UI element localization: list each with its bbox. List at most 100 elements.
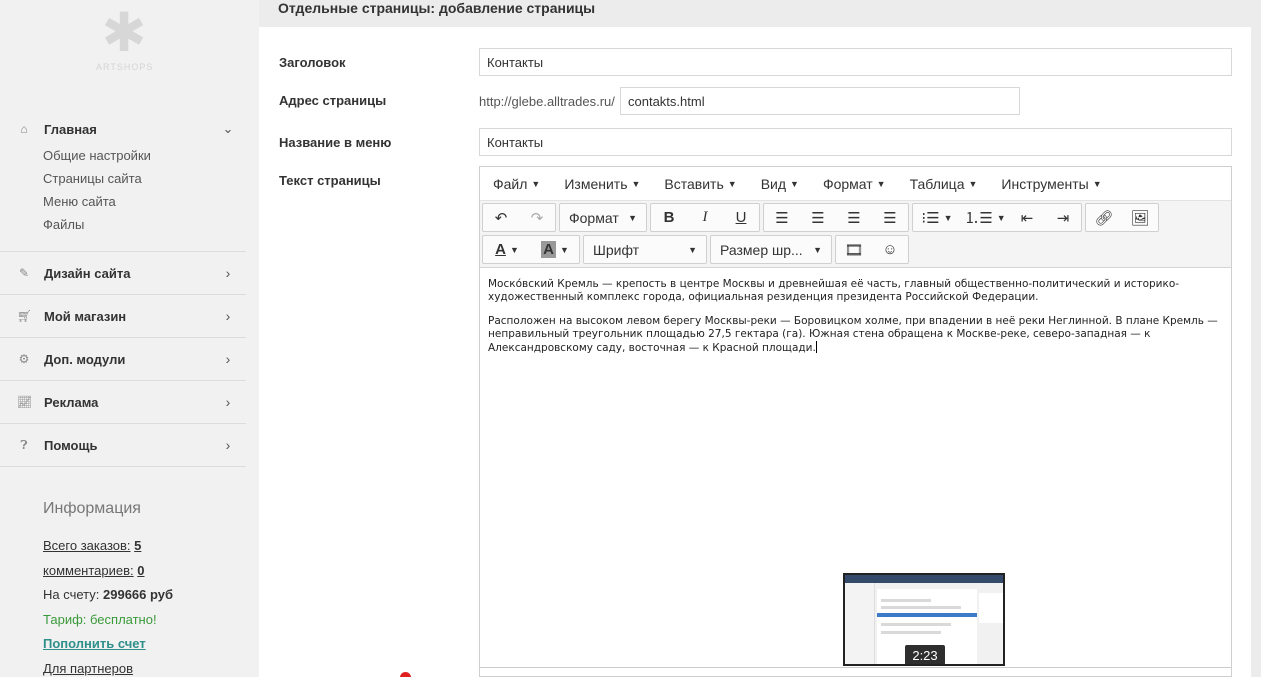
sidebar-item-ads[interactable]: 📈︎ Реклама ›: [0, 381, 246, 424]
sidebar-item-main[interactable]: ⌂ Главная ⌄: [0, 115, 246, 143]
font-family-dropdown[interactable]: Шрифт ▼: [584, 236, 706, 263]
scrubber-dot[interactable]: [400, 672, 411, 677]
caret-down-icon: ▼: [876, 178, 886, 189]
sidebar-subitem-site-pages[interactable]: Страницы сайта: [43, 168, 246, 191]
menu-edit-label: Изменить: [564, 175, 628, 192]
text-cursor: [815, 341, 817, 353]
smiley-icon: ☺: [882, 241, 898, 258]
align-center-button[interactable]: ☰: [800, 204, 836, 231]
indent-icon: ⇥: [1056, 209, 1070, 227]
size-group: Размер шр... ▼: [710, 235, 832, 264]
menu-insert[interactable]: Вставить ▼: [656, 176, 744, 192]
style-group: B I U: [650, 203, 760, 232]
toolbar-row-2: A ▼ A ▼ Шрифт ▼ Размер шр... ▼ 🎞︎ ☺: [482, 235, 1229, 266]
menu-view-label: Вид: [760, 175, 787, 192]
url-input[interactable]: contakts.html: [620, 87, 1020, 115]
align-right-icon: ☰: [847, 209, 861, 227]
format-dropdown-label: Формат: [569, 209, 619, 226]
bold-button[interactable]: B: [651, 204, 687, 231]
sidebar-item-label: Главная: [44, 121, 97, 137]
caret-down-icon: ▼: [813, 244, 822, 255]
title-input[interactable]: Контакты: [479, 48, 1232, 76]
caret-down-icon: ▼: [559, 244, 569, 255]
menu-view[interactable]: Вид ▼: [753, 176, 807, 192]
font-size-dropdown[interactable]: Размер шр... ▼: [711, 236, 831, 263]
caret-down-icon: ▼: [790, 178, 799, 189]
sidebar-submenu: Общие настройки Страницы сайта Меню сайт…: [0, 145, 246, 237]
text-color-button[interactable]: A ▼: [483, 236, 531, 263]
list-group: ⁝☰ ▼ ⒈☰ ▼ ⇤ ⇥: [912, 203, 1082, 232]
redo-icon: ↷: [530, 209, 544, 227]
sidebar-item-modules[interactable]: ⚙ Доп. модули ›: [0, 338, 246, 381]
text-label: Текст страницы: [279, 173, 381, 188]
menu-table[interactable]: Таблица ▼: [902, 176, 986, 192]
chevron-right-icon: ›: [225, 437, 231, 453]
bullet-list-button[interactable]: ⁝☰ ▼: [913, 204, 961, 231]
align-left-button[interactable]: ☰: [764, 204, 800, 231]
thumb-line: [881, 631, 941, 634]
bg-color-button[interactable]: A ▼: [531, 236, 579, 263]
numbered-list-button[interactable]: ⒈☰ ▼: [961, 204, 1009, 231]
outdent-button[interactable]: ⇤: [1009, 204, 1045, 231]
menu-edit[interactable]: Изменить ▼: [556, 176, 648, 192]
partners-link[interactable]: Для партнеров: [43, 661, 133, 676]
comments-value[interactable]: 0: [137, 563, 144, 578]
undo-button[interactable]: ↶: [483, 204, 519, 231]
caret-down-icon: ▼: [631, 178, 641, 189]
editor-content[interactable]: Моско́вский Кремль — крепость в центре М…: [480, 268, 1231, 376]
caret-down-icon: ▼: [509, 244, 519, 255]
font-size-label: Размер шр...: [720, 241, 803, 258]
text-color-icon: A: [495, 241, 506, 258]
paragraph-2: Расположен на высоком левом берегу Москв…: [488, 315, 1223, 355]
emoticons-button[interactable]: ☺: [872, 236, 908, 263]
align-right-button[interactable]: ☰: [836, 204, 872, 231]
thumb-line: [881, 599, 931, 602]
sidebar-item-label: Помощь: [44, 437, 98, 453]
thumb-right-panel: [979, 593, 1003, 623]
media-button[interactable]: 🎞︎: [836, 236, 872, 263]
bg-color-icon: A: [541, 241, 556, 258]
color-group: A ▼ A ▼: [482, 235, 580, 264]
menu-table-label: Таблица: [909, 175, 965, 192]
question-icon: ❓︎: [20, 437, 28, 452]
redo-button[interactable]: ↷: [519, 204, 555, 231]
caret-down-icon: ▼: [968, 178, 978, 189]
sidebar-item-shop[interactable]: 🛒︎ Мой магазин ›: [0, 295, 246, 338]
sidebar-item-label: Реклама: [44, 394, 99, 410]
insert-group: 🔗︎ 🖼︎: [1085, 203, 1159, 232]
menu-tools[interactable]: Инструменты ▼: [993, 176, 1109, 192]
orders-row[interactable]: Всего заказов: 5: [43, 534, 243, 559]
chevron-right-icon: ›: [225, 394, 231, 410]
sidebar-subitem-general-settings[interactable]: Общие настройки: [43, 145, 246, 168]
comments-row[interactable]: комментариев: 0: [43, 559, 243, 584]
sidebar-subitem-files[interactable]: Файлы: [43, 214, 246, 237]
menu-format[interactable]: Формат ▼: [815, 176, 894, 192]
comments-label[interactable]: комментариев:: [43, 563, 134, 578]
sidebar-item-help[interactable]: ❓︎ Помощь ›: [0, 424, 246, 467]
indent-button[interactable]: ⇥: [1045, 204, 1081, 231]
chevron-right-icon: ›: [225, 265, 231, 281]
image-button[interactable]: 🖼︎: [1122, 204, 1158, 231]
italic-button[interactable]: I: [687, 204, 723, 231]
thumb-topbar: [845, 575, 1003, 583]
topup-link[interactable]: Пополнить счет: [43, 636, 146, 651]
menu-file[interactable]: Файл ▼: [485, 176, 548, 192]
sidebar-item-design[interactable]: ✎ Дизайн сайта ›: [0, 252, 246, 295]
topup-row[interactable]: Пополнить счет: [43, 632, 243, 657]
partners-row[interactable]: Для партнеров: [43, 657, 243, 677]
link-button[interactable]: 🔗︎: [1086, 204, 1122, 231]
chart-icon: 📈︎: [17, 395, 33, 409]
underline-button[interactable]: U: [723, 204, 759, 231]
menu-name-input[interactable]: Контакты: [479, 128, 1232, 156]
format-dropdown[interactable]: Формат ▼: [560, 204, 646, 231]
thumb-line: [881, 606, 961, 609]
orders-value[interactable]: 5: [134, 538, 141, 553]
video-preview-thumbnail[interactable]: 2:23: [843, 573, 1005, 666]
sidebar-subitem-site-menu[interactable]: Меню сайта: [43, 191, 246, 214]
editor-menubar: Файл ▼ Изменить ▼ Вставить ▼ Вид ▼ Формат ▼ Т…: [480, 167, 1231, 201]
orders-label[interactable]: Всего заказов:: [43, 538, 131, 553]
numbered-list-icon: ⒈☰: [964, 210, 993, 227]
sidebar-item-label: Дизайн сайта: [44, 265, 131, 281]
tariff-text: Тариф: бесплатно!: [43, 611, 157, 627]
align-justify-button[interactable]: ☰: [872, 204, 908, 231]
